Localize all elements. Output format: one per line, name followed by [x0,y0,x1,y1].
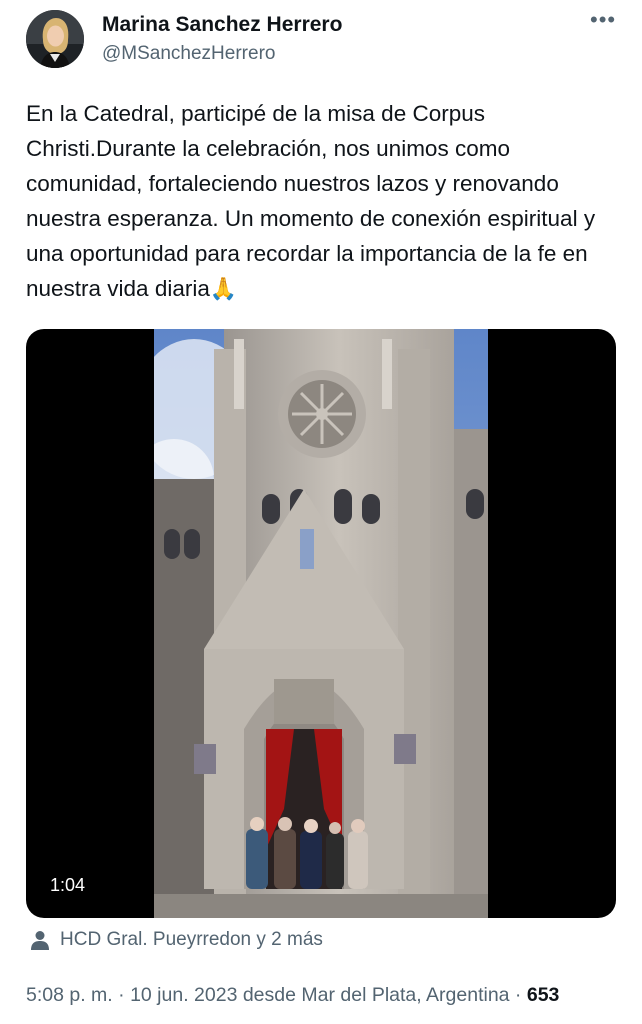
tagged-users-label: HCD Gral. Pueyrredon y 2 más [60,929,323,950]
video-duration: 1:04 [50,875,86,895]
tweet-body: En la Catedral, participé de la misa de … [26,101,596,301]
person-icon [31,931,49,950]
tweet-date[interactable]: 10 jun. 2023 [130,984,237,1006]
tweet-meta: 5:08 p. m. · 10 jun. 2023 desde Mar del … [26,984,642,1007]
more-dots-icon[interactable]: ••• [590,9,616,34]
meta-separator: · [112,984,131,1006]
author-handle[interactable]: @MSanchezHerrero [102,43,275,65]
tweet-header: Marina Sanchez Herrero @MSanchezHerrero … [26,9,626,70]
tweet-location: desde Mar del Plata, Argentina [237,984,510,1006]
tweet-time[interactable]: 5:08 p. m. [26,984,113,1006]
tweet-text: En la Catedral, participé de la misa de … [26,96,626,306]
avatar[interactable] [26,10,84,68]
pray-emoji: 🙏 [209,276,238,301]
author-name[interactable]: Marina Sanchez Herrero [102,13,342,37]
meta-separator: · [509,984,527,1006]
tagged-users[interactable]: HCD Gral. Pueyrredon y 2 más [30,929,323,951]
video-player[interactable]: 1:04 [26,329,616,918]
video-frame [154,329,488,918]
view-count: 653 [526,984,560,1006]
